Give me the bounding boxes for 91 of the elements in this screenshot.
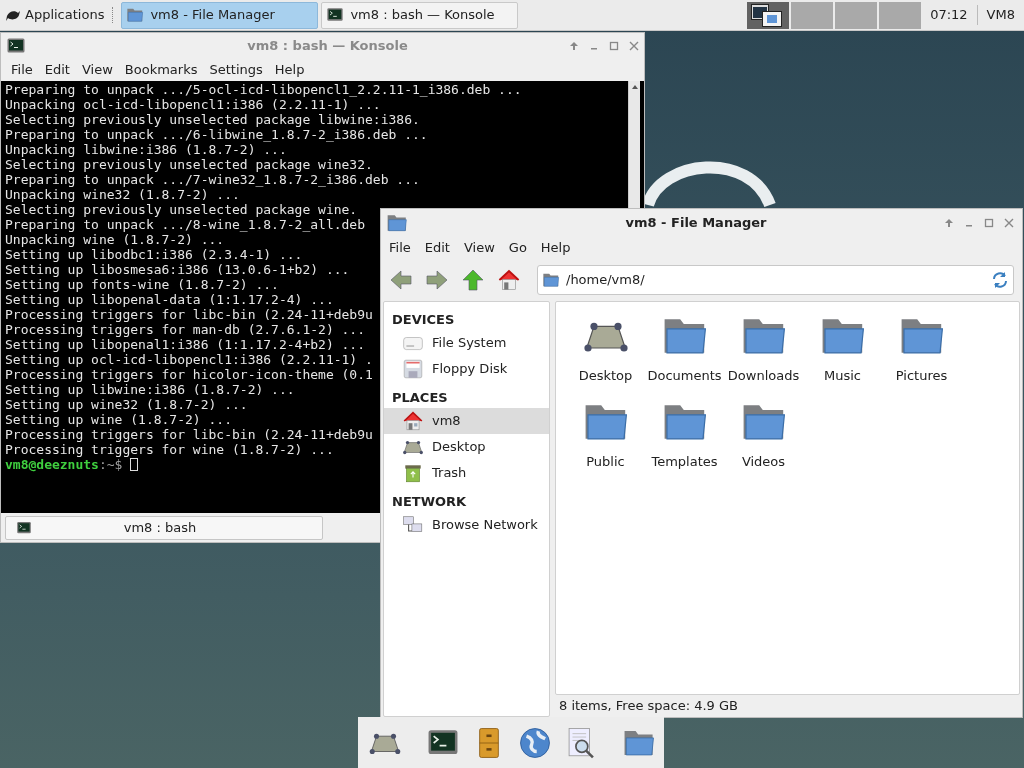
close-icon[interactable] — [1004, 218, 1014, 228]
section-heading: DEVICES — [391, 311, 456, 329]
sidebar-item[interactable]: vm8 — [384, 408, 549, 434]
folder-item[interactable]: Documents — [645, 312, 724, 386]
terminal-line: Preparing to unpack .../8-wine_1.8.7-2_all.deb — [5, 217, 366, 232]
terminal-line: Processing triggers for hicolor-icon-theme (0.1 — [5, 367, 373, 382]
folder-item[interactable]: Templates — [645, 397, 724, 471]
menu-item[interactable]: Edit — [44, 60, 70, 80]
terminal-line: Setting up libopenal1:i386 (1:1.17.2-4+b2) ... — [5, 337, 366, 352]
terminal-tab[interactable]: vm8 : bash — [5, 515, 323, 540]
menu-item[interactable]: Bookmarks — [124, 60, 198, 80]
menu-item[interactable]: View — [463, 238, 495, 258]
terminal-line: Unpacking ocl-icd-libopencl1:i386 (2.2.11-1) ... — [5, 97, 381, 112]
sidebar-item[interactable]: Trash — [384, 460, 549, 486]
path-field[interactable]: /home/vm8/ — [537, 265, 1014, 295]
terminal-line: Setting up wine (1.8.7-2) ... — [5, 412, 232, 427]
sidebar-item[interactable]: Floppy Disk — [384, 356, 549, 382]
terminal-line: Selecting previously unselected package libwine:i386. — [5, 112, 420, 127]
prompt-user: vm8@deeznuts — [5, 457, 99, 472]
prompt-path: :~$ — [98, 457, 123, 472]
close-icon[interactable] — [629, 41, 639, 51]
terminal-line: Selecting previously unselected package wine. — [5, 202, 358, 217]
folder-icon — [386, 212, 408, 234]
terminal-line: Setting up fonts-wine (1.8.7-2) ... — [5, 277, 279, 292]
terminal-line: Setting up libodbc1:i386 (2.3.4-1) ... — [5, 247, 303, 262]
section-heading: NETWORK — [391, 493, 468, 511]
window-thumbnail-icon — [762, 10, 783, 27]
menu-item[interactable]: View — [81, 60, 113, 80]
terminal-line: Setting up libopenal-data (1:1.17.2-4) ... — [5, 292, 334, 307]
terminal-line: Preparing to unpack .../5-ocl-icd-libopencl1_2.2.11-1_i386.deb ... — [5, 82, 522, 97]
sidebar-item[interactable]: File System — [384, 330, 549, 356]
terminal-line: Unpacking wine32 (1.8.7-2) ... — [5, 187, 240, 202]
terminal-line: Preparing to unpack .../7-wine32_1.8.7-2_i386.deb ... — [5, 172, 420, 187]
terminal-line: Processing triggers for libc-bin (2.24-11+deb9u — [5, 307, 373, 322]
section-heading: PLACES — [391, 389, 449, 407]
folder-item[interactable]: Music — [803, 312, 882, 386]
home-icon[interactable] — [497, 268, 521, 292]
workspace-pager[interactable] — [747, 1, 790, 29]
menu-item[interactable]: Edit — [424, 238, 450, 258]
maximize-icon[interactable] — [609, 41, 619, 51]
taskbar-button[interactable]: vm8 : bash — Konsole — [321, 1, 519, 29]
terminal-line: Preparing to unpack .../6-libwine_1.8.7-2_i386.deb ... — [5, 127, 428, 142]
globe-icon — [518, 725, 552, 760]
keep-above-icon[interactable] — [944, 218, 954, 228]
up-icon[interactable] — [461, 268, 485, 292]
terminal-line: Setting up ocl-icd-libopencl1:i386 (2.2.11-1) . — [5, 352, 373, 367]
keep-above-icon[interactable] — [569, 41, 579, 51]
menu-item[interactable]: Go — [508, 238, 527, 258]
menu-item[interactable]: Help — [274, 60, 305, 80]
terminal-line: Processing triggers for libc-bin (2.24-11+deb9u — [5, 427, 373, 442]
terminal-line: Setting up wine32 (1.8.7-2) ... — [5, 397, 248, 412]
floppy-icon — [402, 358, 424, 380]
terminal-line: Setting up libosmesa6:i386 (13.0.6-1+b2) ... — [5, 262, 350, 277]
trash-icon — [402, 462, 424, 484]
home-icon — [402, 410, 424, 432]
back-icon[interactable] — [389, 268, 413, 292]
scrollbar[interactable] — [628, 81, 640, 208]
menu-item[interactable]: Settings — [209, 60, 263, 80]
folder-icon — [126, 6, 145, 24]
menu-item[interactable]: Help — [540, 238, 571, 258]
terminal-line: Unpacking wine (1.8.7-2) ... — [5, 232, 225, 247]
menu-item[interactable]: File — [11, 60, 33, 80]
cursor-block — [130, 458, 139, 471]
sidebar-item[interactable]: Desktop — [384, 434, 549, 460]
terminal-line: Unpacking libwine:i386 (1.8.7-2) ... — [5, 142, 287, 157]
folder-item[interactable]: Pictures — [882, 312, 961, 386]
sidebar-item[interactable]: Browse Network — [384, 512, 549, 538]
folder-item[interactable]: Videos — [724, 397, 803, 471]
applications-menu[interactable]: Applications — [0, 0, 113, 30]
terminal-line: Processing triggers for man-db (2.7.6.1-2) ... — [5, 322, 366, 337]
folder-item[interactable]: Public — [566, 397, 645, 471]
terminal-line: Selecting previously unselected package wine32. — [5, 157, 373, 172]
menu-item[interactable]: File — [389, 238, 411, 258]
window-title: vm8 - File Manager — [624, 214, 768, 233]
terminal-icon — [6, 36, 26, 56]
terminal-icon — [16, 519, 32, 536]
clock[interactable]: 07:12 — [921, 5, 977, 25]
forward-icon[interactable] — [425, 268, 449, 292]
scroll-up-icon[interactable] — [631, 85, 638, 89]
folder-icon — [542, 271, 560, 289]
window-title: vm8 : bash — Konsole — [246, 37, 409, 56]
terminal-icon — [326, 6, 345, 24]
folder-item[interactable]: Desktop — [566, 312, 645, 386]
reload-icon[interactable] — [991, 271, 1009, 289]
maximize-icon[interactable] — [984, 218, 994, 228]
terminal-line: Processing triggers for wine (1.8.7-2) ... — [5, 442, 334, 457]
taskbar-button[interactable]: vm8 - File Manager — [121, 1, 319, 29]
folder-item[interactable]: Downloads — [724, 312, 803, 386]
status-text: 8 items, Free space: 4.9 GB — [559, 697, 738, 716]
user-name[interactable]: VM8 — [977, 5, 1024, 25]
terminal-line: Setting up libwine:i386 (1.8.7-2) ... — [5, 382, 295, 397]
